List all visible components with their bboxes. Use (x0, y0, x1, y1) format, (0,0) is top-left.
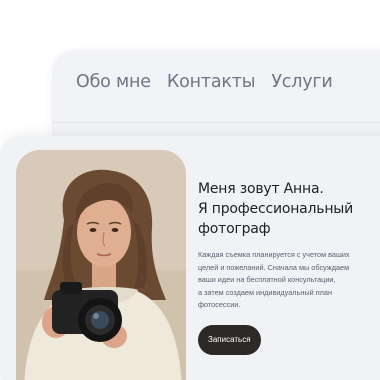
hero-card: Меня зовут Анна. Я профессиональный фото… (0, 136, 380, 380)
page: Обо мне Контакты Услуги Меня зовут Анна.… (0, 0, 380, 380)
photographer-photo (16, 150, 186, 380)
nav-item-contacts[interactable]: Контакты (167, 72, 256, 92)
hero-description: Каждая съемка планируется с учетом ваших… (198, 250, 350, 310)
main-navigation: Обо мне Контакты Услуги (76, 72, 333, 92)
nav-divider (52, 122, 380, 123)
hero-title: Меня зовут Анна. Я профессиональный фото… (198, 179, 374, 239)
hero-title-line-1: Меня зовут Анна. (198, 181, 324, 197)
hero-content: Меня зовут Анна. Я профессиональный фото… (198, 179, 374, 312)
nav-item-services[interactable]: Услуги (271, 72, 332, 92)
hero-title-line-2: Я профессиональный (198, 201, 354, 217)
photographer-illustration (16, 150, 186, 380)
signup-button[interactable]: Записаться (198, 325, 261, 355)
nav-item-about[interactable]: Обо мне (76, 72, 151, 92)
hero-title-line-3: фотограф (198, 221, 271, 237)
